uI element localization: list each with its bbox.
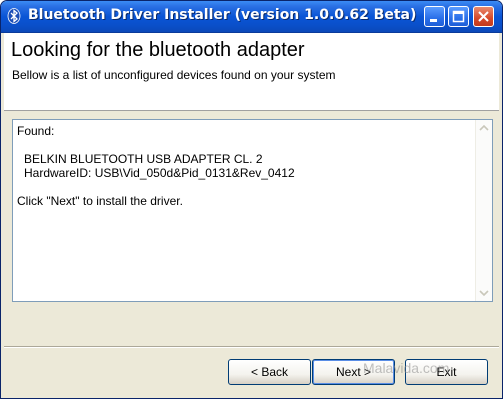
exit-button[interactable]: Exit xyxy=(405,359,488,385)
footer-separator xyxy=(4,346,499,348)
title-bar[interactable]: Bluetooth Driver Installer (version 1.0.… xyxy=(1,1,502,33)
close-button[interactable] xyxy=(473,6,494,27)
maximize-button[interactable] xyxy=(448,6,469,27)
device-name: BELKIN BLUETOOTH USB ADAPTER CL. 2 xyxy=(24,152,263,166)
window-title: Bluetooth Driver Installer (version 1.0.… xyxy=(28,7,417,23)
minimize-button[interactable] xyxy=(424,6,445,27)
next-button[interactable]: Next > xyxy=(312,359,395,385)
close-icon xyxy=(478,11,489,22)
scroll-down-icon xyxy=(479,290,489,297)
hardware-id: HardwareID: USB\Vid_050d&Pid_0131&Rev_04… xyxy=(24,166,295,180)
back-button[interactable]: < Back xyxy=(228,359,311,385)
found-label: Found: xyxy=(17,124,55,138)
scroll-up-button[interactable] xyxy=(476,120,492,136)
minimize-icon xyxy=(430,19,437,22)
page-subtitle: Bellow is a list of unconfigured devices… xyxy=(12,68,336,82)
maximize-icon xyxy=(452,10,465,23)
install-instruction: Click "Next" to install the driver. xyxy=(17,194,183,208)
devices-textbox[interactable]: Found: BELKIN BLUETOOTH USB ADAPTER CL. … xyxy=(12,119,493,302)
bluetooth-icon xyxy=(6,8,22,24)
scroll-up-icon xyxy=(479,124,489,131)
installer-window: Bluetooth Driver Installer (version 1.0.… xyxy=(0,0,503,399)
page-title: Looking for the bluetooth adapter xyxy=(11,39,305,61)
scroll-down-button[interactable] xyxy=(476,285,492,301)
wizard-header: Looking for the bluetooth adapter Bellow… xyxy=(4,33,499,111)
vertical-scrollbar[interactable] xyxy=(475,120,492,301)
